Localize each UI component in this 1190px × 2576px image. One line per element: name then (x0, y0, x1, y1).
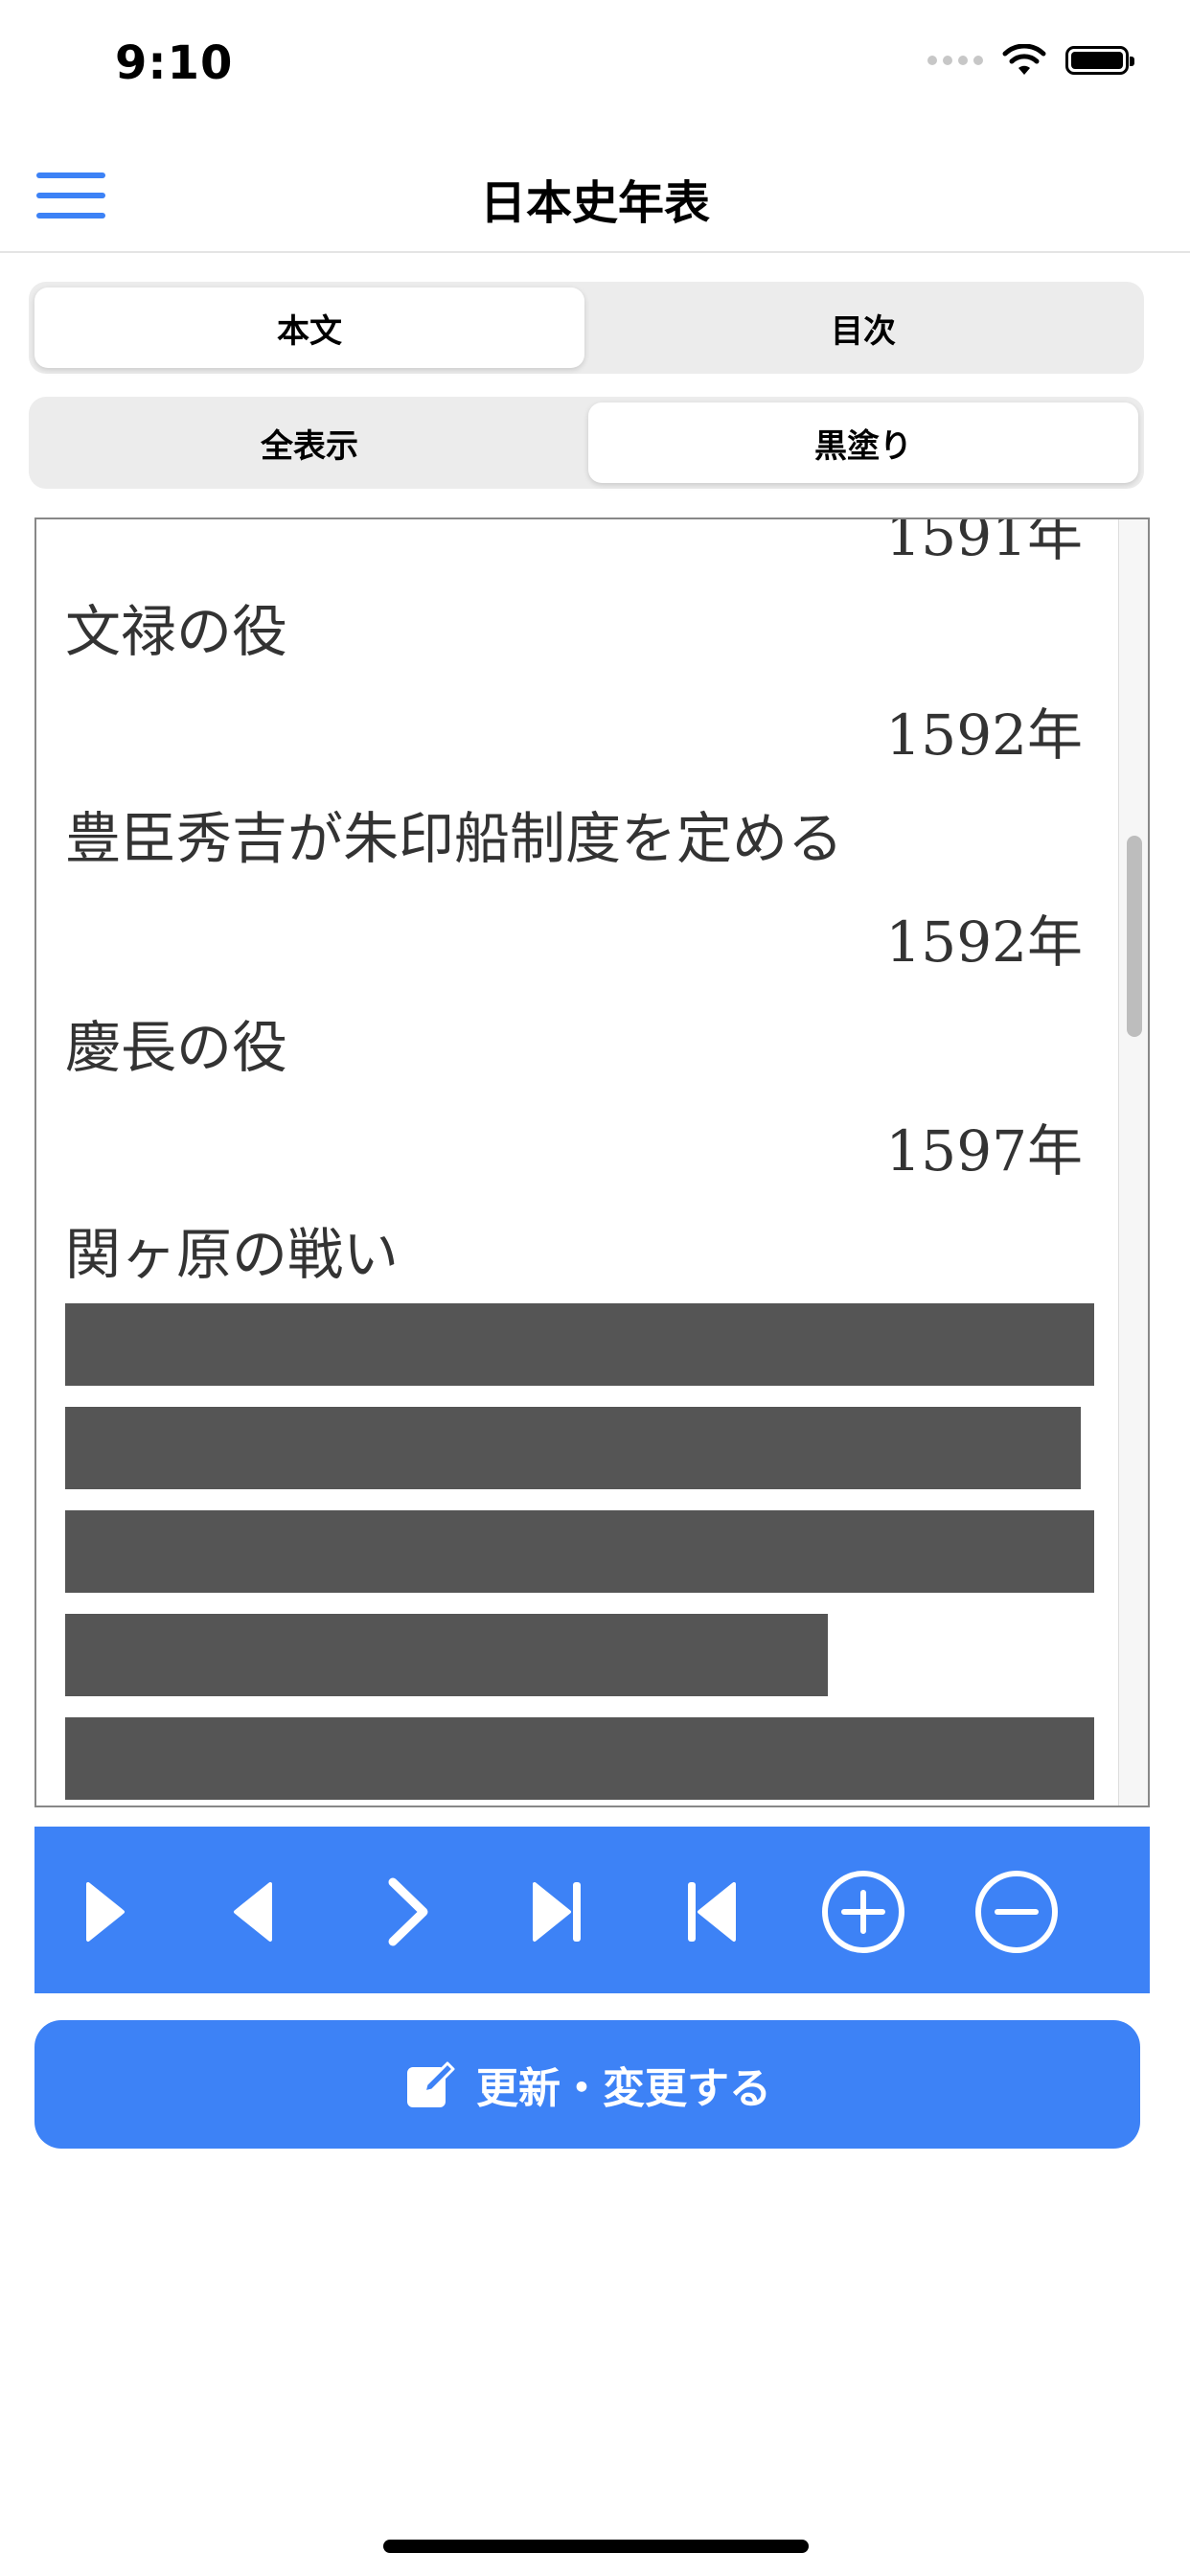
view-segmented-control: 本文 目次 (29, 282, 1144, 374)
skip-forward-icon[interactable] (515, 1869, 602, 1955)
status-icons (927, 44, 1134, 77)
tab-body[interactable]: 本文 (34, 288, 584, 368)
play-icon[interactable] (59, 1869, 146, 1955)
year-label: 1592年 (885, 909, 1083, 975)
event-label: 文禄の役 (65, 599, 288, 664)
event-label: 豊臣秀吉が朱印船制度を定める (65, 806, 844, 871)
cellular-signal-icon (927, 56, 983, 65)
redacted-line[interactable] (65, 1717, 1094, 1800)
tab-contents[interactable]: 目次 (588, 288, 1138, 368)
navigation-bar: 日本史年表 (0, 144, 1190, 253)
year-label: 1591年 (885, 518, 1083, 568)
redacted-line[interactable] (65, 1407, 1081, 1489)
zoom-out-icon[interactable] (973, 1869, 1060, 1955)
previous-icon[interactable] (213, 1869, 299, 1955)
skip-back-icon[interactable] (667, 1869, 753, 1955)
status-time: 9:10 (115, 36, 234, 90)
edit-icon (407, 2061, 455, 2107)
mode-segmented-control: 全表示 黒塗り (29, 397, 1144, 489)
event-label: 慶長の役 (65, 1015, 288, 1080)
home-indicator (383, 2540, 809, 2553)
wifi-icon (1002, 44, 1046, 75)
update-button-label: 更新・変更する (476, 2064, 771, 2113)
event-label: 関ヶ原の戦い (65, 1222, 400, 1287)
tab-redact[interactable]: 黒塗り (588, 402, 1138, 483)
page-title: 日本史年表 (479, 176, 710, 230)
zoom-in-icon[interactable] (820, 1869, 906, 1955)
next-chevron-icon[interactable] (364, 1869, 450, 1955)
redacted-line[interactable] (65, 1303, 1094, 1386)
battery-icon (1065, 46, 1134, 75)
update-button[interactable]: 更新・変更する (34, 2020, 1140, 2149)
playback-toolbar (34, 1827, 1150, 1993)
tab-show-all[interactable]: 全表示 (34, 402, 584, 483)
redacted-line[interactable] (65, 1614, 828, 1696)
year-label: 1592年 (885, 702, 1083, 768)
redacted-line[interactable] (65, 1510, 1094, 1593)
scrollbar[interactable] (1118, 519, 1148, 1806)
year-label: 1597年 (885, 1118, 1083, 1184)
timeline-content[interactable]: 1591年 文禄の役 1592年 豊臣秀吉が朱印船制度を定める 1592年 慶長… (34, 518, 1150, 1807)
scrollbar-thumb[interactable] (1127, 836, 1142, 1037)
